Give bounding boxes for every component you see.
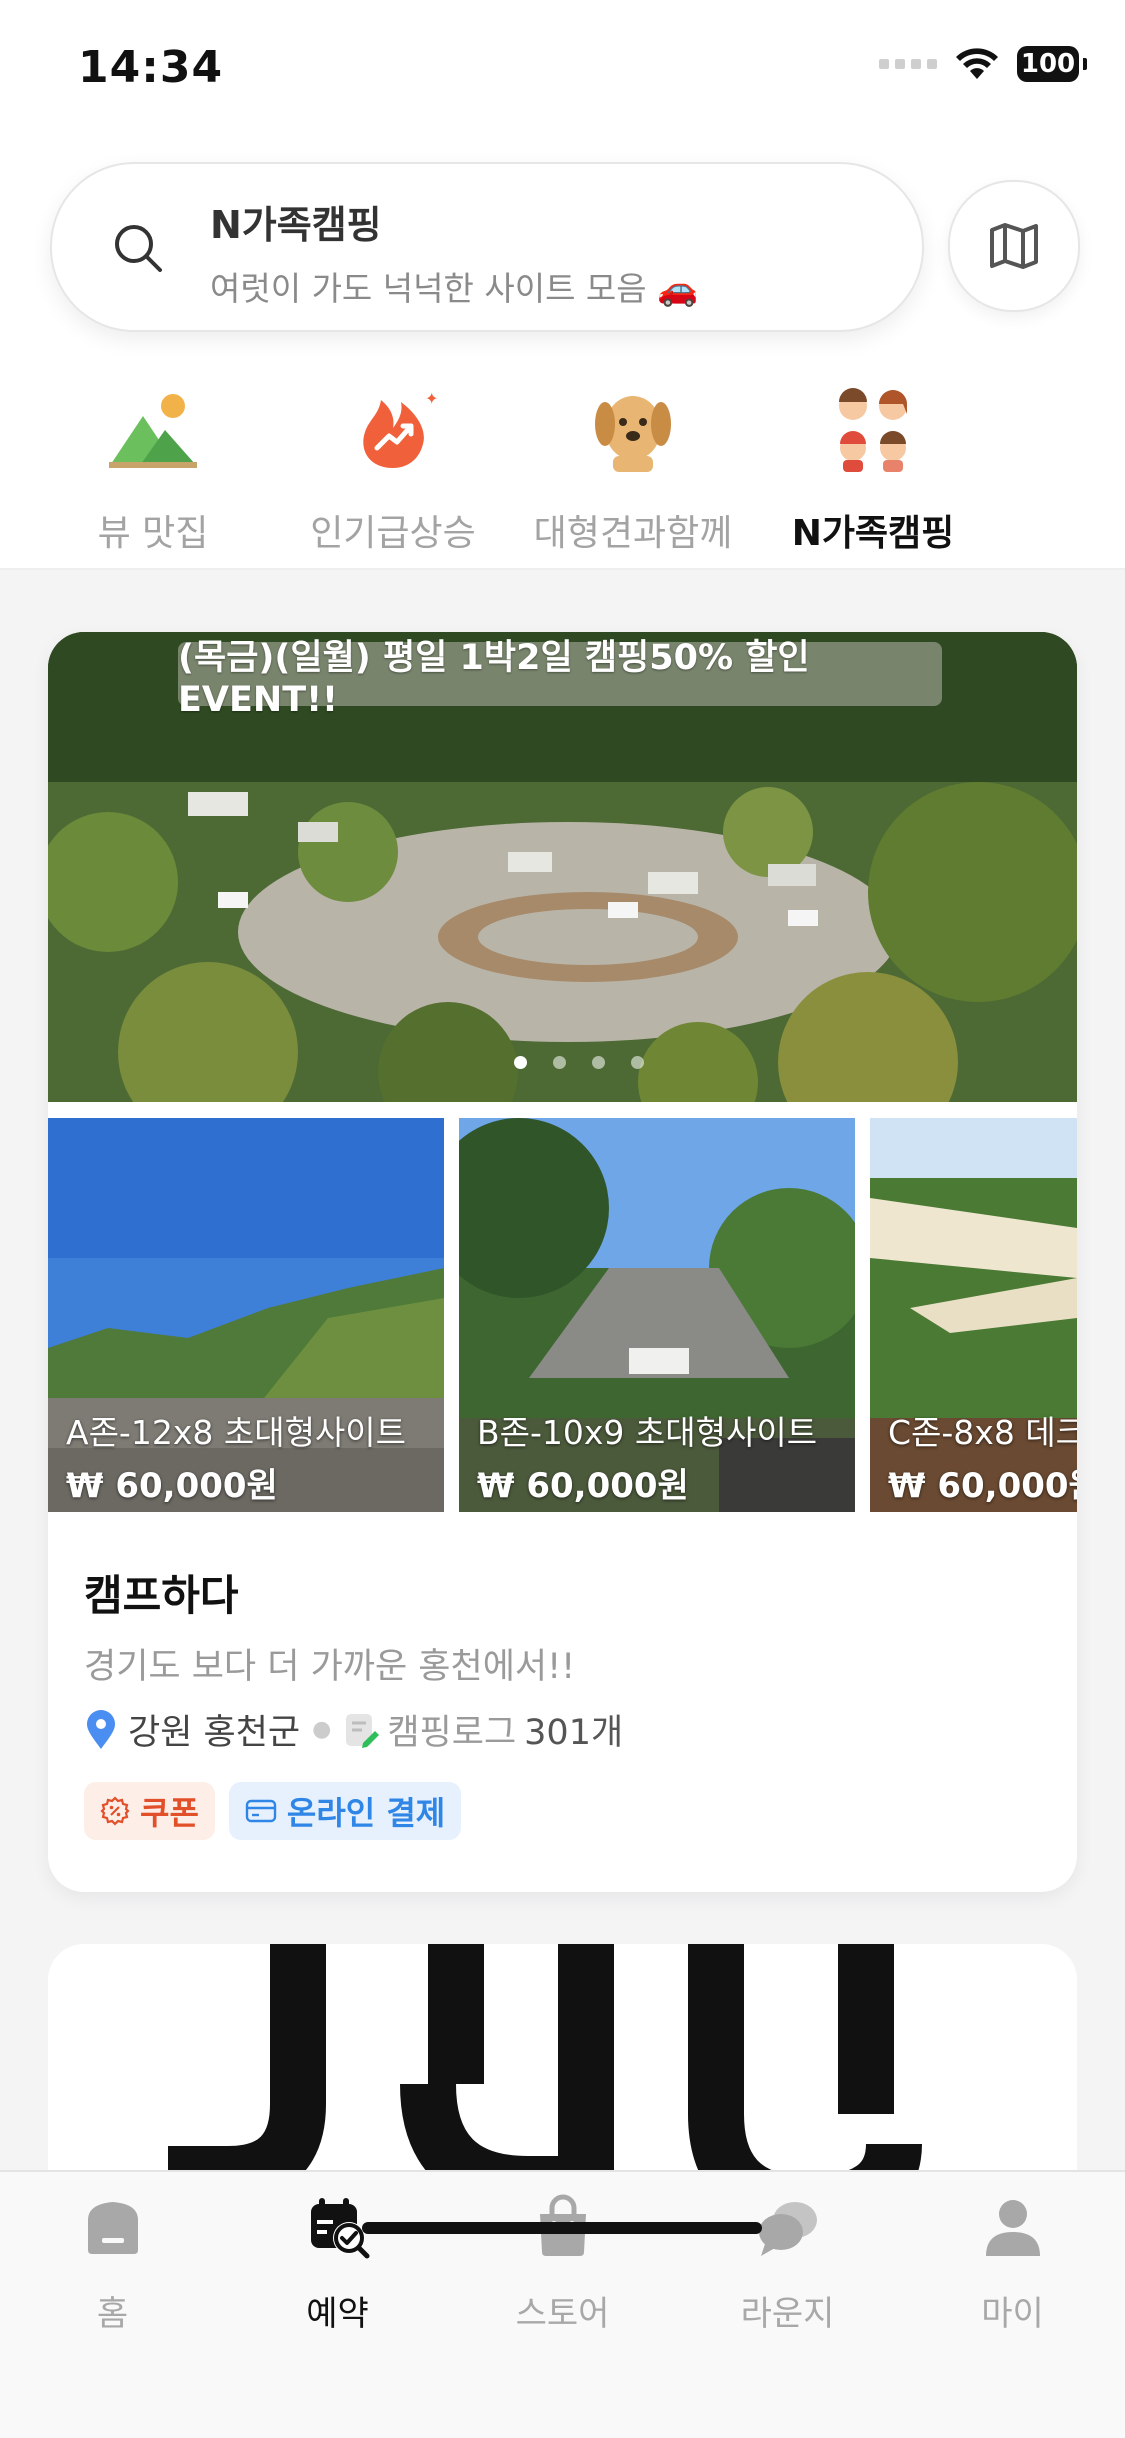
mountain-icon: [109, 394, 197, 468]
search-bar[interactable]: N가족캠핑 여럿이 가도 넉넉한 사이트 모음 🚗: [50, 162, 924, 332]
tab-lounge[interactable]: 라운지: [675, 2194, 900, 2334]
site-card[interactable]: C존-8x8 데크 ₩ 60,000원: [870, 1118, 1077, 1512]
promo-banner-text: (목금)(일월) 평일 1박2일 캠핑50% 할인EVENT!!: [178, 638, 942, 720]
site-price: ₩ 60,000원: [888, 1466, 1077, 1506]
category-label: 대형견과함께: [533, 513, 733, 554]
tab-label: 라운지: [740, 2294, 835, 2334]
map-button[interactable]: [948, 180, 1080, 312]
coupon-badge-label: 쿠폰: [140, 1794, 199, 1832]
tab-store[interactable]: 스토어: [450, 2194, 675, 2334]
category-tab-family[interactable]: N가족캠핑: [758, 378, 988, 568]
coupon-badge: 쿠폰: [84, 1782, 215, 1840]
category-tabs: 뷰 맛집 ✦ 인기급상승 대형견과함께 N가족캠핑: [0, 378, 1125, 709]
chat-bubbles-icon: [759, 2202, 817, 2256]
svg-text:✦: ✦: [425, 389, 438, 408]
tab-label: 홈: [96, 2294, 129, 2334]
camping-log-count: 301개: [524, 1713, 624, 1753]
site-price: ₩ 60,000원: [477, 1466, 689, 1506]
tab-home[interactable]: 홈: [0, 2194, 225, 2334]
tab-label: 스토어: [515, 2294, 610, 2334]
status-bar: 14:34 100: [0, 0, 1125, 140]
campsite-meta: 강원 홍천군 ● 캠핑로그 301개: [84, 1704, 623, 1755]
campsite-card[interactable]: (목금)(일월) 평일 1박2일 캠핑50% 할인EVENT!! A존-12x8…: [48, 632, 1077, 1892]
tab-label: 마이: [981, 2294, 1044, 2334]
hero-image-carousel[interactable]: (목금)(일월) 평일 1박2일 캠핑50% 할인EVENT!!: [48, 632, 1077, 1102]
site-list[interactable]: A존-12x8 초대형사이트 ₩ 60,000원 B존-10x9 초대형사이트 …: [48, 1118, 1077, 1512]
carousel-dot: [553, 1056, 566, 1069]
fire-trend-icon: ✦: [363, 389, 438, 468]
category-label: 뷰 맛집: [97, 513, 209, 554]
category-label: 인기급상승: [310, 513, 476, 554]
carousel-dot: [592, 1056, 605, 1069]
site-name: B존-10x9 초대형사이트: [477, 1413, 818, 1452]
category-tab-trending[interactable]: ✦ 인기급상승: [278, 378, 508, 568]
card-icon: [245, 1799, 277, 1823]
search-icon: [115, 225, 162, 272]
top-area: N가족캠핑 여럿이 가도 넉넉한 사이트 모음 🚗 뷰 맛집 ✦ 인기급상승 대…: [0, 140, 1125, 709]
category-label: N가족캠핑: [791, 513, 955, 554]
carousel-dot: [514, 1056, 527, 1069]
location-pin-icon: [87, 1709, 115, 1749]
site-card[interactable]: B존-10x9 초대형사이트 ₩ 60,000원: [459, 1118, 855, 1512]
campsite-name: 캠프하다: [84, 1571, 239, 1620]
search-title: N가족캠핑: [210, 203, 382, 247]
home-icon: [88, 2202, 138, 2254]
online-payment-badge: 온라인 결제: [228, 1782, 462, 1840]
site-name: A존-12x8 초대형사이트: [66, 1413, 407, 1452]
carousel-dot: [631, 1056, 644, 1069]
status-icons: 100: [879, 46, 1087, 82]
separator-dot: ●: [312, 1717, 332, 1742]
carousel-dots: [514, 1056, 644, 1069]
camping-log-icon: [346, 1713, 380, 1748]
wifi-icon: [956, 48, 998, 79]
dog-icon: [595, 396, 671, 472]
bottom-tab-bar: 홈 예약 스토어 라운지 마이: [0, 2170, 1125, 2438]
map-icon: [990, 223, 1038, 269]
camping-log-label: 캠핑로그: [387, 1713, 517, 1753]
tab-label: 예약: [306, 2294, 369, 2334]
site-name: C존-8x8 데크: [888, 1413, 1077, 1452]
status-time: 14:34: [78, 42, 224, 93]
tab-my[interactable]: 마이: [900, 2194, 1125, 2334]
site-price: ₩ 60,000원: [66, 1466, 278, 1506]
coupon-icon: [100, 1796, 130, 1826]
online-payment-badge-label: 온라인 결제: [286, 1794, 446, 1832]
campsite-badges: 쿠폰 온라인 결제: [84, 1782, 462, 1840]
tab-reservation[interactable]: 예약: [225, 2194, 450, 2334]
site-card[interactable]: A존-12x8 초대형사이트 ₩ 60,000원: [48, 1118, 444, 1512]
battery-icon: 100: [1017, 46, 1087, 82]
home-indicator: [362, 2222, 762, 2234]
cellular-signal-icon: [879, 59, 937, 69]
category-tab-view[interactable]: 뷰 맛집: [38, 378, 268, 568]
person-icon: [986, 2200, 1040, 2256]
category-tab-big-dog[interactable]: 대형견과함께: [518, 378, 748, 568]
search-subtitle: 여럿이 가도 넉넉한 사이트 모음 🚗: [210, 269, 699, 308]
family-icon: [839, 388, 907, 472]
campsite-location: 강원 홍천군: [128, 1713, 301, 1753]
campsite-description: 경기도 보다 더 가까운 홍천에서!!: [84, 1647, 576, 1687]
